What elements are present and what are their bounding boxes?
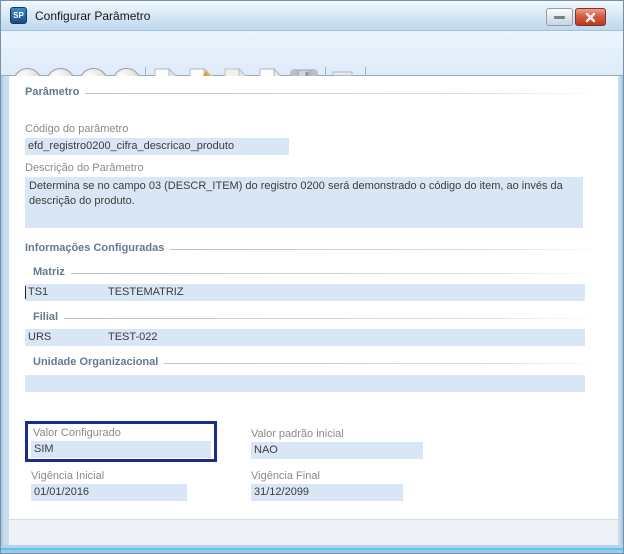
section-informacoes: Informações Configuradas	[25, 242, 604, 254]
vigencia-inicial-label: Vigência Inicial	[31, 470, 105, 482]
valor-configurado-label: Valor Configurado	[33, 427, 121, 439]
subsection-unidade-title: Unidade Organizacional	[33, 356, 159, 368]
close-icon	[585, 12, 596, 22]
subsection-matriz-title: Matriz	[33, 266, 65, 278]
unidade-name-field[interactable]	[105, 375, 585, 392]
app-logo-icon: SP	[10, 7, 27, 24]
codigo-parametro-field[interactable]: efd_registro0200_cifra_descricao_produto	[25, 138, 289, 155]
subsection-filial: Filial	[33, 311, 604, 323]
section-divider-line	[64, 317, 604, 319]
descricao-parametro-label: Descrição do Parâmetro	[25, 162, 144, 174]
subsection-unidade: Unidade Organizacional	[33, 356, 604, 368]
vigencia-final-field[interactable]: 31/12/2099	[251, 484, 403, 501]
valor-padrao-field[interactable]: NAO	[251, 442, 423, 459]
text-caret	[25, 286, 26, 299]
section-divider-line	[70, 272, 604, 274]
valor-configurado-highlight-box: Valor Configurado SIM	[25, 421, 217, 462]
titlebar[interactable]: SP Configurar Parâmetro	[1, 1, 623, 31]
configurar-parametro-window: SP Configurar Parâmetro Parâmetro Código…	[0, 0, 624, 554]
window-title: Configurar Parâmetro	[35, 8, 151, 23]
filial-code-field[interactable]: URS	[25, 329, 105, 346]
matriz-name-field[interactable]: TESTEMATRIZ	[105, 284, 585, 301]
section-parametro-title: Parâmetro	[25, 86, 80, 98]
section-divider-line	[164, 362, 604, 364]
descricao-parametro-field[interactable]: Determina se no campo 03 (DESCR_ITEM) do…	[25, 177, 583, 228]
form-area: Parâmetro Código do parâmetro efd_regist…	[9, 76, 618, 519]
section-informacoes-title: Informações Configuradas	[25, 242, 165, 254]
section-divider-line	[85, 92, 604, 94]
window-frame-left	[1, 76, 9, 547]
unidade-code-field[interactable]	[25, 375, 105, 392]
vigencia-inicial-field[interactable]: 01/01/2016	[31, 484, 187, 501]
valor-configurado-field[interactable]: SIM	[31, 441, 211, 458]
section-divider-line	[170, 248, 604, 250]
minimize-icon	[554, 15, 565, 19]
minimize-button[interactable]	[546, 8, 573, 26]
section-parametro: Parâmetro	[25, 86, 604, 98]
matriz-code-field[interactable]: TS1	[25, 284, 105, 301]
toolbar	[1, 31, 623, 100]
filial-name-field[interactable]: TEST-022	[105, 329, 585, 346]
close-button[interactable]	[575, 8, 606, 26]
codigo-parametro-label: Código do parâmetro	[25, 123, 129, 135]
subsection-matriz: Matriz	[33, 266, 604, 278]
valor-padrao-label: Valor padrão inicial	[251, 428, 344, 440]
vigencia-final-label: Vigência Final	[251, 470, 320, 482]
subsection-filial-title: Filial	[33, 311, 59, 323]
status-bar	[9, 519, 618, 547]
window-frame-bottom	[1, 545, 623, 553]
matriz-code-value: TS1	[28, 286, 49, 298]
